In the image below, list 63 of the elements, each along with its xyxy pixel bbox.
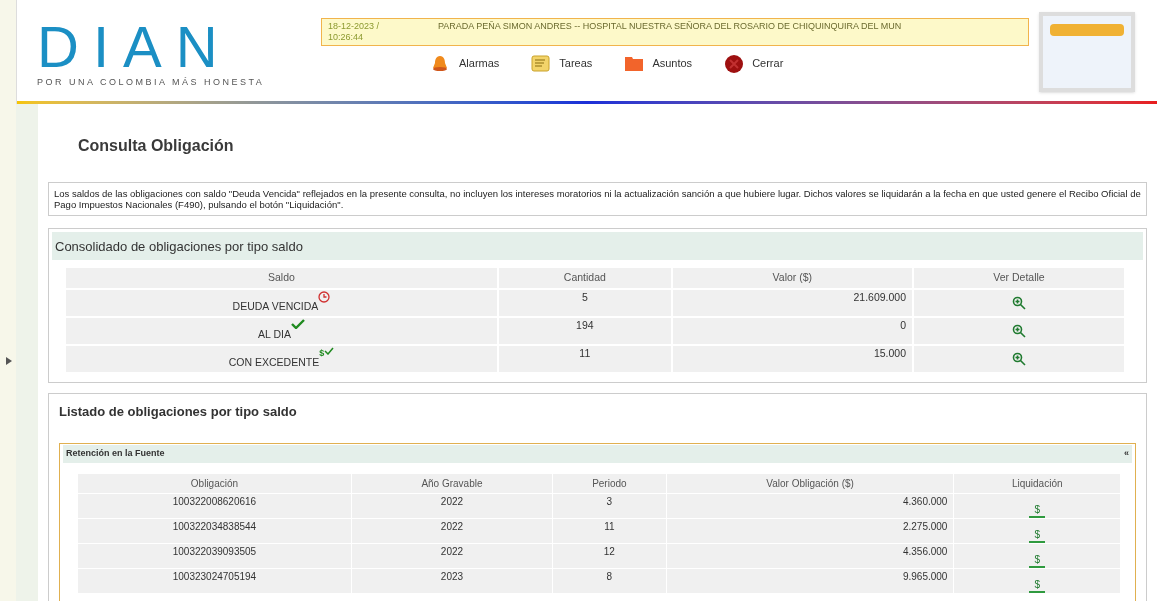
status-label: CON EXCEDENTE — [228, 355, 320, 370]
table-cell: 2022 — [351, 543, 552, 568]
zoom-in-icon[interactable] — [1012, 352, 1026, 367]
zoom-in-icon[interactable] — [1012, 324, 1026, 339]
table-cell: 15.000 — [672, 345, 912, 372]
table-cell: 21.609.000 — [672, 289, 912, 316]
clock-icon — [318, 290, 331, 303]
panel-title: Consolidado de obligaciones por tipo saldo — [55, 239, 303, 254]
table-cell: 0 — [672, 317, 912, 344]
collapse-button[interactable]: « — [1124, 447, 1129, 461]
table-cell: 2022 — [351, 493, 552, 518]
notepad-icon — [531, 54, 552, 73]
table-cell: 4.356.000 — [666, 543, 954, 568]
close-icon — [724, 54, 745, 73]
column-header: Valor ($) — [672, 268, 912, 288]
table-cell: 9.965.000 — [666, 568, 954, 593]
table-cell: 8 — [553, 568, 666, 593]
table-cell: 194 — [498, 317, 671, 344]
currency-mark: $ — [319, 347, 325, 358]
table-cell: 5 — [498, 289, 671, 316]
table-cell: 100323024705194 — [78, 568, 351, 593]
table-cell: 11 — [498, 345, 671, 372]
column-header: Saldo — [66, 268, 497, 288]
notice-text: Los saldos de las obligaciones con saldo "Deuda Vencida" reflejados en la presente consulta, no incluyen los intereses moratorios ni la actualización sanción a que hubiere lugar. Dichos valores se liquidarán a la fecha en que usted genere el Recibo Oficial de Pago Impuestos Nacionales (F490), pulsando el botón "Liquidación". — [54, 188, 1141, 210]
folder-icon — [624, 54, 645, 73]
table-cell: 100322034838544 — [78, 518, 351, 543]
check-icon — [290, 318, 305, 329]
liquidate-button[interactable]: $ — [1029, 503, 1045, 518]
column-header: Periodo — [553, 473, 666, 493]
table-cell: 2023 — [351, 568, 552, 593]
tagline: POR UNA COLOMBIA MÁS HONESTA — [37, 76, 266, 89]
table-cell: 11 — [553, 518, 666, 543]
liquidate-button[interactable]: $ — [1029, 553, 1045, 568]
column-header: Año Gravable — [351, 473, 552, 493]
liquidate-button[interactable]: $ — [1029, 528, 1045, 543]
table-cell: 2.275.000 — [666, 518, 954, 543]
column-header: Liquidación — [954, 473, 1120, 493]
timestamp: 18-12-2023 / 10:26:44 — [328, 21, 381, 43]
menu-link[interactable]: Asuntos — [624, 54, 693, 73]
menu-link[interactable]: Cerrar — [724, 54, 784, 73]
zoom-in-icon[interactable] — [1012, 296, 1026, 311]
column-header: Ver Detalle — [914, 268, 1124, 288]
table-cell: 12 — [553, 543, 666, 568]
column-header: Valor Obligación ($) — [666, 473, 954, 493]
group-title: Retención en la Fuente — [66, 447, 165, 461]
column-header: Obligación — [78, 473, 351, 493]
user-name: PARADA PEÑA SIMON ANDRES -- HOSPITAL NUESTRA SEÑORA DEL ROSARIO DE CHIQUINQUIRA DEL MUN — [438, 21, 903, 33]
check-icon — [324, 346, 335, 355]
caret-icon — [6, 356, 12, 365]
table-cell: 100322008620616 — [78, 493, 351, 518]
menu-link[interactable]: Alarmas — [431, 54, 500, 73]
table-cell: 100322039093505 — [78, 543, 351, 568]
logo: DIAN — [37, 22, 233, 72]
menu-link[interactable]: Tareas — [531, 54, 593, 73]
table-cell: 2022 — [351, 518, 552, 543]
table-cell: 4.360.000 — [666, 493, 954, 518]
table-cell: 3 — [553, 493, 666, 518]
liquidate-button[interactable]: $ — [1029, 578, 1045, 593]
column-header: Cantidad — [498, 268, 671, 288]
panel-title: Listado de obligaciones por tipo saldo — [59, 402, 298, 421]
status-label: AL DIA — [258, 326, 291, 342]
status-label: DEUDA VENCIDA — [232, 298, 319, 314]
page-title: Consulta Obligación — [78, 136, 235, 156]
